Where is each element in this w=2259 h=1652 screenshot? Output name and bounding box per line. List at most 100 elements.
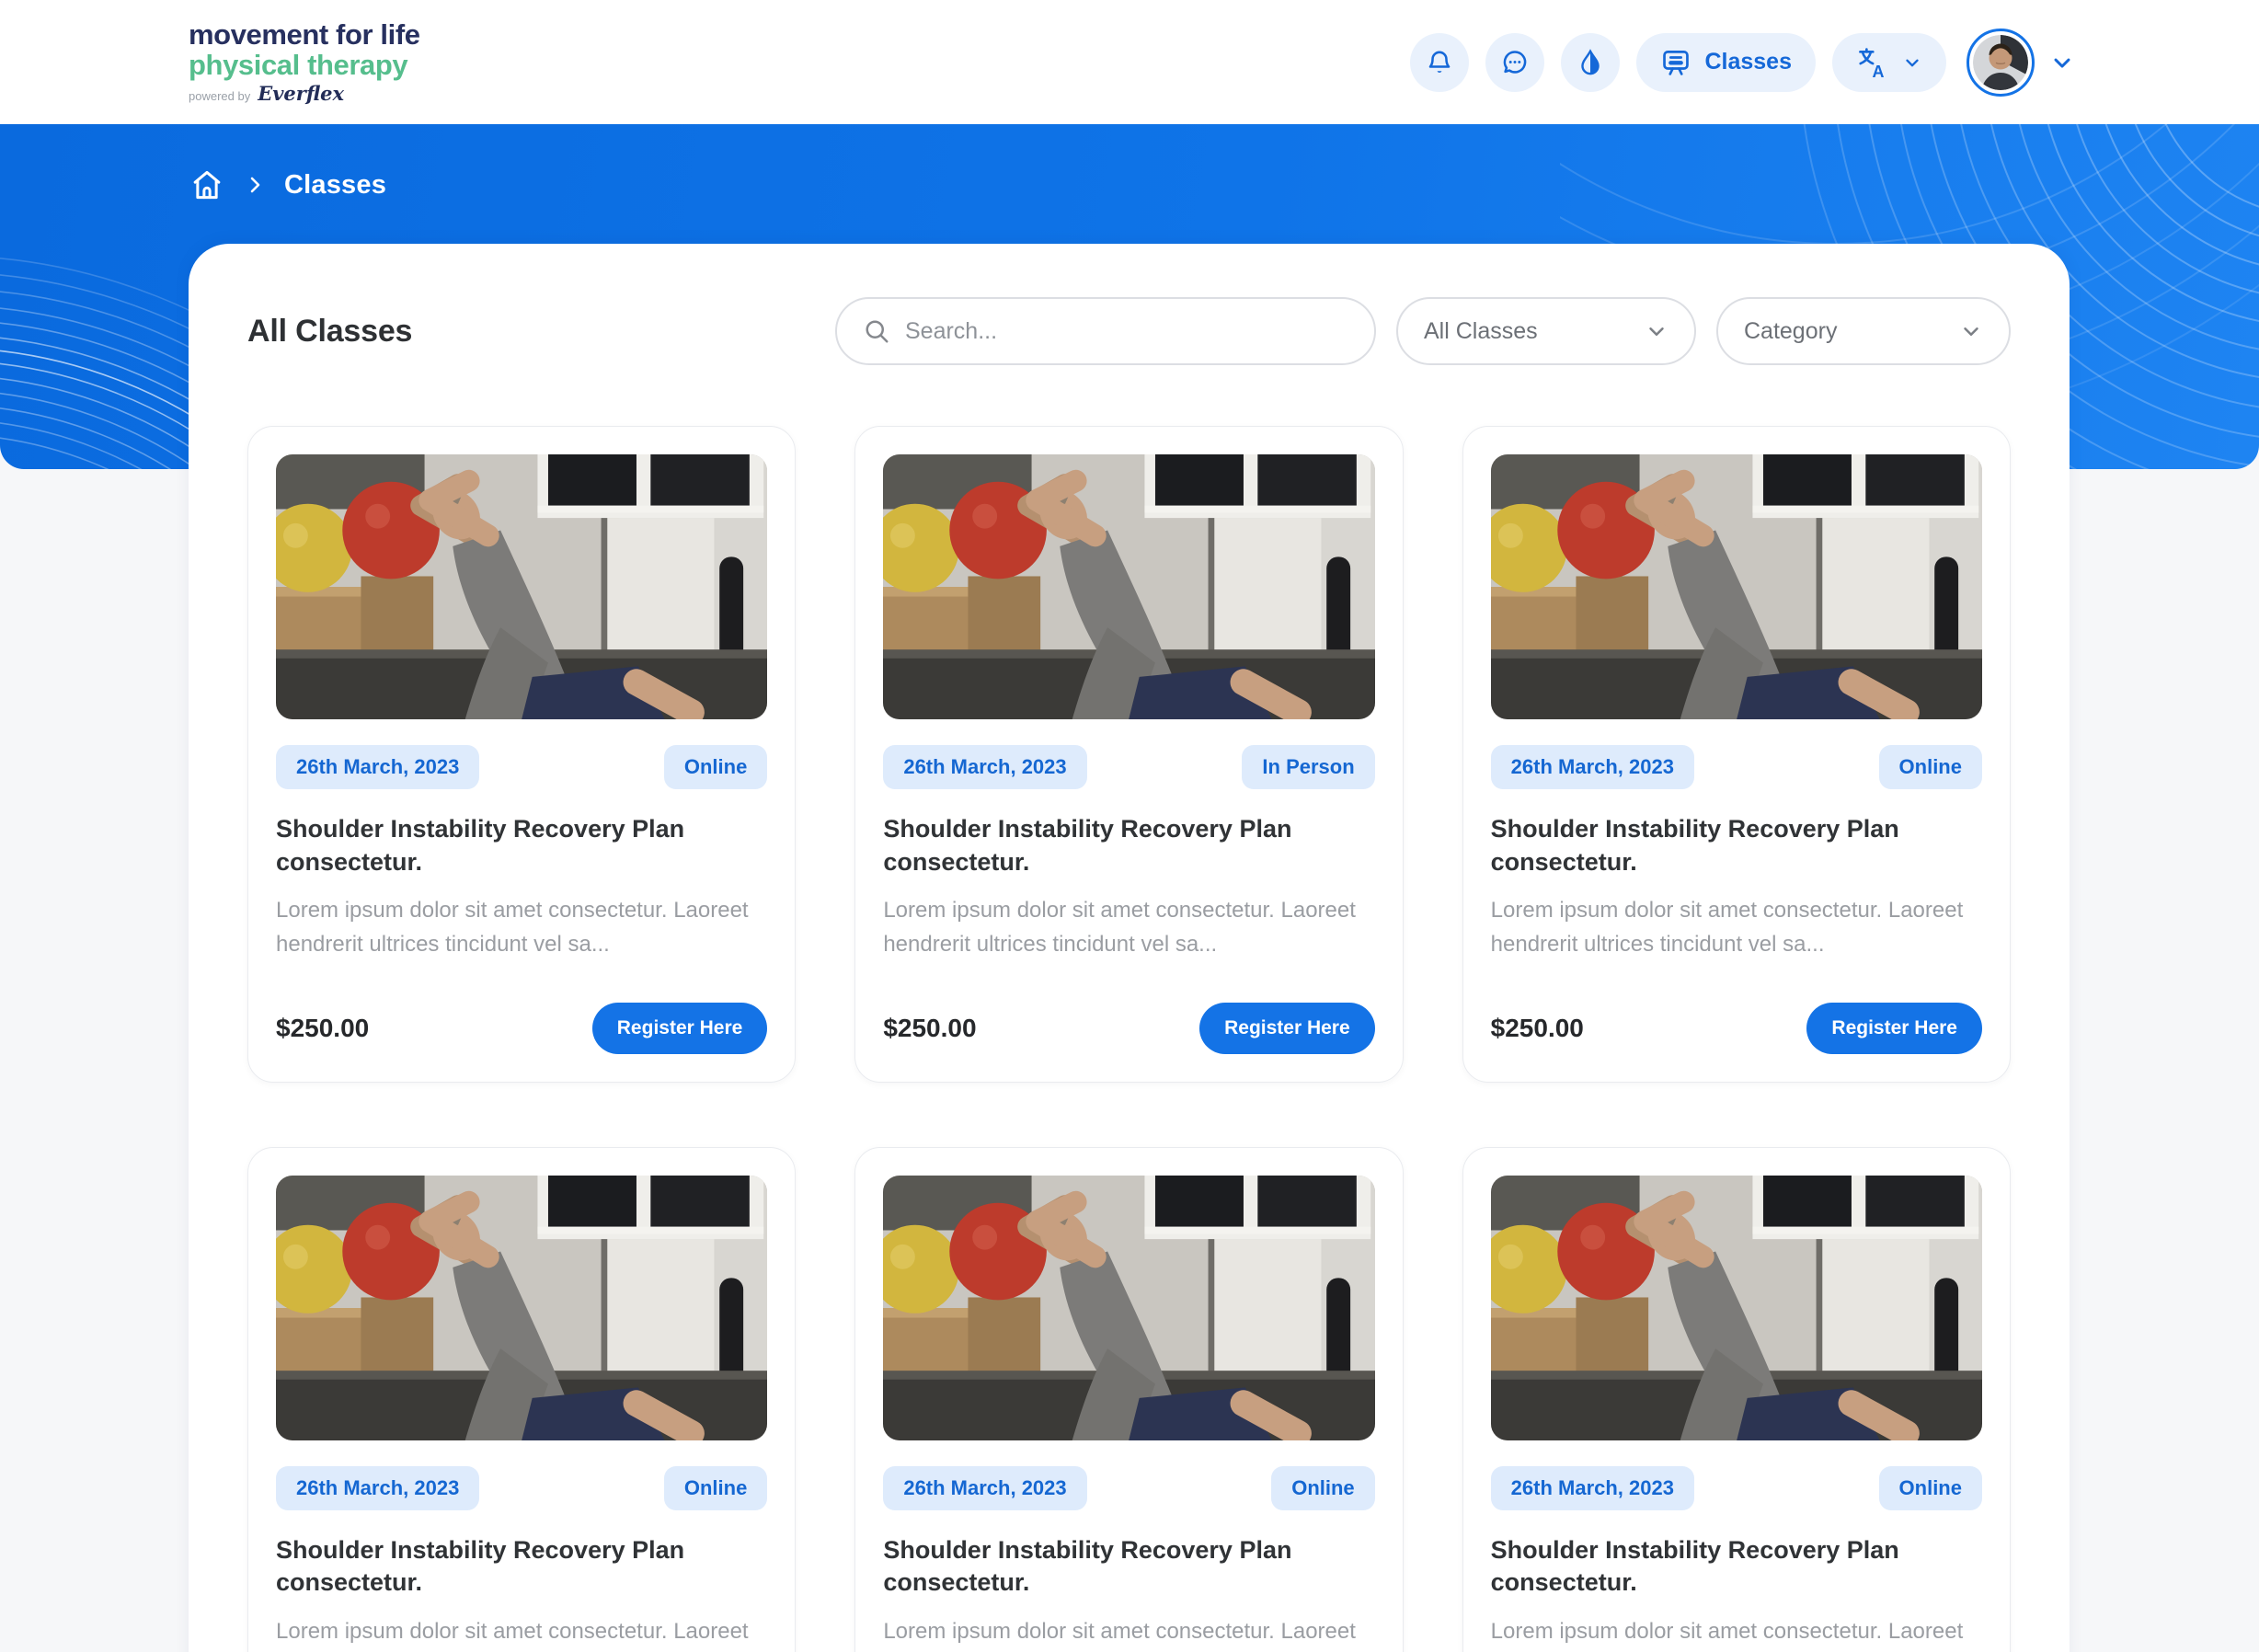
breadcrumb-home[interactable]: [189, 166, 225, 203]
class-card: 26th March, 2023 Online Shoulder Instabi…: [247, 1147, 796, 1652]
card-badges: 26th March, 2023 Online: [1491, 745, 1982, 789]
date-badge: 26th March, 2023: [1491, 1466, 1694, 1510]
mode-badge: Online: [664, 745, 767, 789]
notifications-button[interactable]: [1410, 33, 1469, 92]
toolbar: All Classes All Classes: [247, 297, 2011, 365]
whiteboard-icon: [1660, 47, 1691, 78]
chat-bubble-icon: [1500, 48, 1530, 77]
gym-stretch-photo: [276, 1176, 767, 1440]
bell-icon: [1425, 48, 1454, 77]
class-description: Lorem ipsum dolor sit amet consectetur. …: [883, 1614, 1374, 1652]
class-photo: [883, 454, 1374, 719]
register-button[interactable]: Register Here: [1806, 1003, 1982, 1054]
card-footer: $250.00 Register Here: [883, 1003, 1374, 1054]
home-icon: [189, 166, 225, 203]
gym-stretch-photo: [1491, 454, 1982, 719]
mode-badge: Online: [1271, 1466, 1374, 1510]
gym-stretch-photo: [883, 1176, 1374, 1440]
register-button[interactable]: Register Here: [1199, 1003, 1375, 1054]
class-photo: [883, 1176, 1374, 1440]
translate-icon: A: [1856, 46, 1889, 79]
avatar-ring: [1967, 29, 2035, 97]
class-description: Lorem ipsum dolor sit amet consectetur. …: [276, 1614, 767, 1652]
breadcrumb-current: Classes: [284, 170, 386, 201]
card-badges: 26th March, 2023 Online: [1491, 1466, 1982, 1510]
mode-badge: Online: [664, 1466, 767, 1510]
class-description: Lorem ipsum dolor sit amet consectetur. …: [1491, 893, 1982, 961]
search-box: [835, 297, 1376, 365]
class-photo: [276, 454, 767, 719]
classes-grid: 26th March, 2023 Online Shoulder Instabi…: [247, 426, 2011, 1652]
class-photo: [1491, 454, 1982, 719]
class-price: $250.00: [276, 1014, 369, 1043]
category-filter-dropdown[interactable]: Category: [1716, 297, 2011, 365]
filter-controls: All Classes Category: [835, 297, 2011, 365]
class-title: Shoulder Instability Recovery Plan conse…: [1491, 813, 1982, 878]
class-card: 26th March, 2023 Online Shoulder Instabi…: [854, 1147, 1403, 1652]
class-price: $250.00: [883, 1014, 976, 1043]
date-badge: 26th March, 2023: [276, 745, 479, 789]
card-footer: $250.00 Register Here: [276, 1003, 767, 1054]
messages-button[interactable]: [1485, 33, 1544, 92]
class-title: Shoulder Instability Recovery Plan conse…: [883, 813, 1374, 878]
language-selector[interactable]: A: [1832, 33, 1946, 92]
class-card: 26th March, 2023 Online Shoulder Instabi…: [1462, 426, 2011, 1083]
register-button[interactable]: Register Here: [592, 1003, 768, 1054]
everflex-wordmark: Everflex: [258, 84, 344, 104]
class-card: 26th March, 2023 In Person Shoulder Inst…: [854, 426, 1403, 1083]
classes-nav-label: Classes: [1704, 49, 1792, 75]
card-badges: 26th March, 2023 In Person: [883, 745, 1374, 789]
class-title: Shoulder Instability Recovery Plan conse…: [1491, 1534, 1982, 1600]
classes-nav-button[interactable]: Classes: [1636, 33, 1816, 92]
class-photo: [276, 1176, 767, 1440]
mode-badge: In Person: [1242, 745, 1374, 789]
chevron-down-icon: [1902, 52, 1922, 73]
chevron-right-icon: [244, 174, 266, 196]
hydration-button[interactable]: [1561, 33, 1620, 92]
gym-stretch-photo: [276, 454, 767, 719]
date-badge: 26th March, 2023: [883, 1466, 1086, 1510]
powered-by: powered by Everflex: [189, 84, 420, 104]
class-title: Shoulder Instability Recovery Plan conse…: [883, 1534, 1374, 1600]
class-card: 26th March, 2023 Online Shoulder Instabi…: [1462, 1147, 2011, 1652]
card-badges: 26th March, 2023 Online: [276, 745, 767, 789]
class-description: Lorem ipsum dolor sit amet consectetur. …: [1491, 1614, 1982, 1652]
brand-logo[interactable]: movement for life physical therapy power…: [189, 20, 420, 103]
chevron-down-icon: [1959, 319, 1983, 343]
gym-stretch-photo: [883, 454, 1374, 719]
class-photo: [1491, 1176, 1982, 1440]
card-badges: 26th March, 2023 Online: [276, 1466, 767, 1510]
svg-text:A: A: [1872, 62, 1884, 78]
droplet-icon: [1576, 48, 1605, 77]
search-icon: [863, 317, 890, 345]
class-card: 26th March, 2023 Online Shoulder Instabi…: [247, 426, 796, 1083]
brand-line-1: movement for life: [189, 20, 420, 51]
user-menu[interactable]: [1967, 29, 2075, 97]
category-filter-value: Category: [1744, 318, 1837, 345]
breadcrumb: Classes: [0, 124, 2259, 203]
mode-badge: Online: [1879, 1466, 1982, 1510]
content-panel: All Classes All Classes: [189, 244, 2070, 1652]
date-badge: 26th March, 2023: [1491, 745, 1694, 789]
powered-by-label: powered by: [189, 90, 250, 103]
mode-badge: Online: [1879, 745, 1982, 789]
page-title: All Classes: [247, 314, 412, 350]
brand-line-2: physical therapy: [189, 51, 420, 81]
class-description: Lorem ipsum dolor sit amet consectetur. …: [883, 893, 1374, 961]
date-badge: 26th March, 2023: [883, 745, 1086, 789]
class-description: Lorem ipsum dolor sit amet consectetur. …: [276, 893, 767, 961]
classes-filter-value: All Classes: [1424, 318, 1538, 345]
gym-stretch-photo: [1491, 1176, 1982, 1440]
class-price: $250.00: [1491, 1014, 1584, 1043]
avatar: [1973, 35, 2028, 90]
chevron-down-icon: [2049, 50, 2075, 75]
chevron-down-icon: [1645, 319, 1668, 343]
classes-filter-dropdown[interactable]: All Classes: [1396, 297, 1696, 365]
class-title: Shoulder Instability Recovery Plan conse…: [276, 813, 767, 878]
card-badges: 26th March, 2023 Online: [883, 1466, 1374, 1510]
search-input[interactable]: [905, 318, 1348, 345]
card-footer: $250.00 Register Here: [1491, 1003, 1982, 1054]
date-badge: 26th March, 2023: [276, 1466, 479, 1510]
class-title: Shoulder Instability Recovery Plan conse…: [276, 1534, 767, 1600]
top-actions: Classes A: [1410, 29, 2075, 97]
